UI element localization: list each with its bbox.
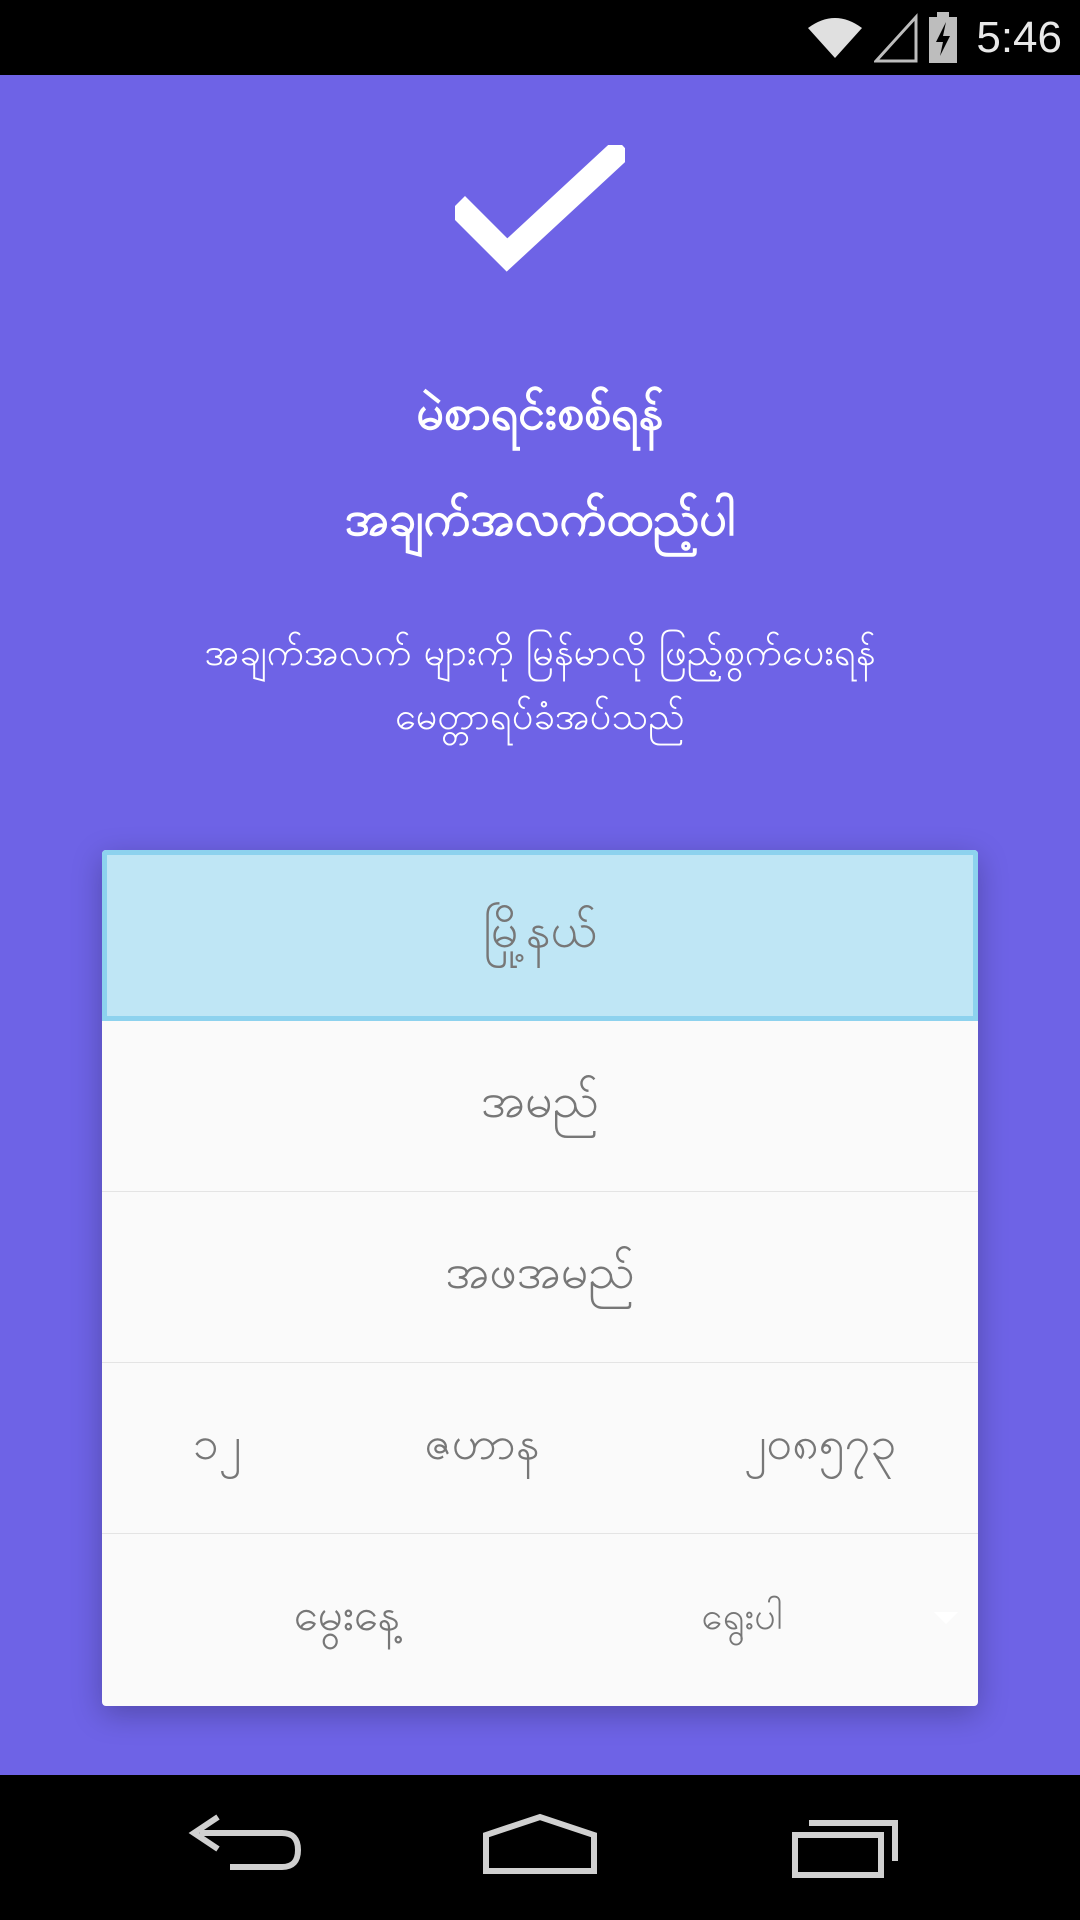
wifi-icon [808, 17, 863, 58]
home-icon[interactable] [470, 1805, 610, 1895]
main-content: မဲစာရင်းစစ်ရန် အချက်အလက်ထည့်ပါ အချက်အလက်… [0, 75, 1080, 1775]
gender-select-value: ရွေးပါ [701, 1593, 783, 1638]
gender-label-text: မွေးနေ့ [293, 1589, 401, 1641]
dob-year-field[interactable]: ၂၀၈၅၇၃ [662, 1363, 978, 1534]
voter-form-card: မြို့နယ် အမည် အဖအမည် ၁၂ ဇဟာန ၂၀၈၅၇၃ မွေး… [102, 850, 978, 1706]
name-input[interactable]: အမည် [102, 1021, 978, 1192]
father-name-placeholder: အဖအမည် [445, 1244, 635, 1300]
title-line-2: အချက်အလက်ထည့်ပါ [344, 491, 736, 547]
father-name-input[interactable]: အဖအမည် [102, 1192, 978, 1363]
date-of-birth-row: ၁၂ ဇဟာန ၂၀၈၅၇၃ [102, 1363, 978, 1534]
gender-row: မွေးနေ့ ရွေးပါ [102, 1534, 978, 1705]
gender-label: မွေးနေ့ [182, 1534, 512, 1705]
subtitle-line-1: အချက်အလက် များကို မြန်မာလို ဖြည့်စွက်ပေး… [204, 630, 876, 674]
page-title: မဲစာရင်းစစ်ရန် အချက်အလက်ထည့်ပါ [0, 360, 1080, 572]
cell-signal-icon [874, 12, 918, 62]
dob-month-field[interactable]: ဇဟာန [332, 1363, 632, 1534]
dob-month-value: ဇဟာန [424, 1416, 540, 1470]
status-bar: 5:46 [0, 0, 1080, 75]
check-icon [455, 145, 625, 272]
township-input[interactable]: မြို့နယ် [102, 850, 978, 1021]
back-icon[interactable] [170, 1805, 310, 1895]
dob-year-value: ၂၀၈၅၇၃ [743, 1416, 897, 1470]
township-placeholder: မြို့နယ် [482, 902, 598, 959]
navigation-bar [0, 1775, 1080, 1920]
status-time: 5:46 [976, 12, 1062, 62]
chevron-down-icon [934, 1612, 958, 1624]
page-subtitle: အချက်အလက် များကို မြန်မာလို ဖြည့်စွက်ပေး… [60, 620, 1020, 748]
subtitle-line-2: မေတ္တာရပ်ခံအပ်သည် [395, 694, 685, 738]
name-placeholder: အမည် [481, 1073, 599, 1129]
dob-day-value: ၁၂ [192, 1416, 242, 1470]
township-row: မြို့နယ် [102, 850, 978, 1021]
screen: 5:46 မဲစာရင်းစစ်ရန် အချက်အလက်ထည့်ပါ အချက… [0, 0, 1080, 1920]
title-line-1: မဲစာရင်းစစ်ရန် [416, 385, 664, 441]
gender-select[interactable]: ရွေးပါ [582, 1534, 978, 1705]
battery-charging-icon [929, 11, 958, 63]
dob-day-field[interactable]: ၁၂ [102, 1363, 332, 1534]
recent-apps-icon[interactable] [775, 1805, 915, 1895]
status-icons: 5:46 [806, 0, 1062, 75]
